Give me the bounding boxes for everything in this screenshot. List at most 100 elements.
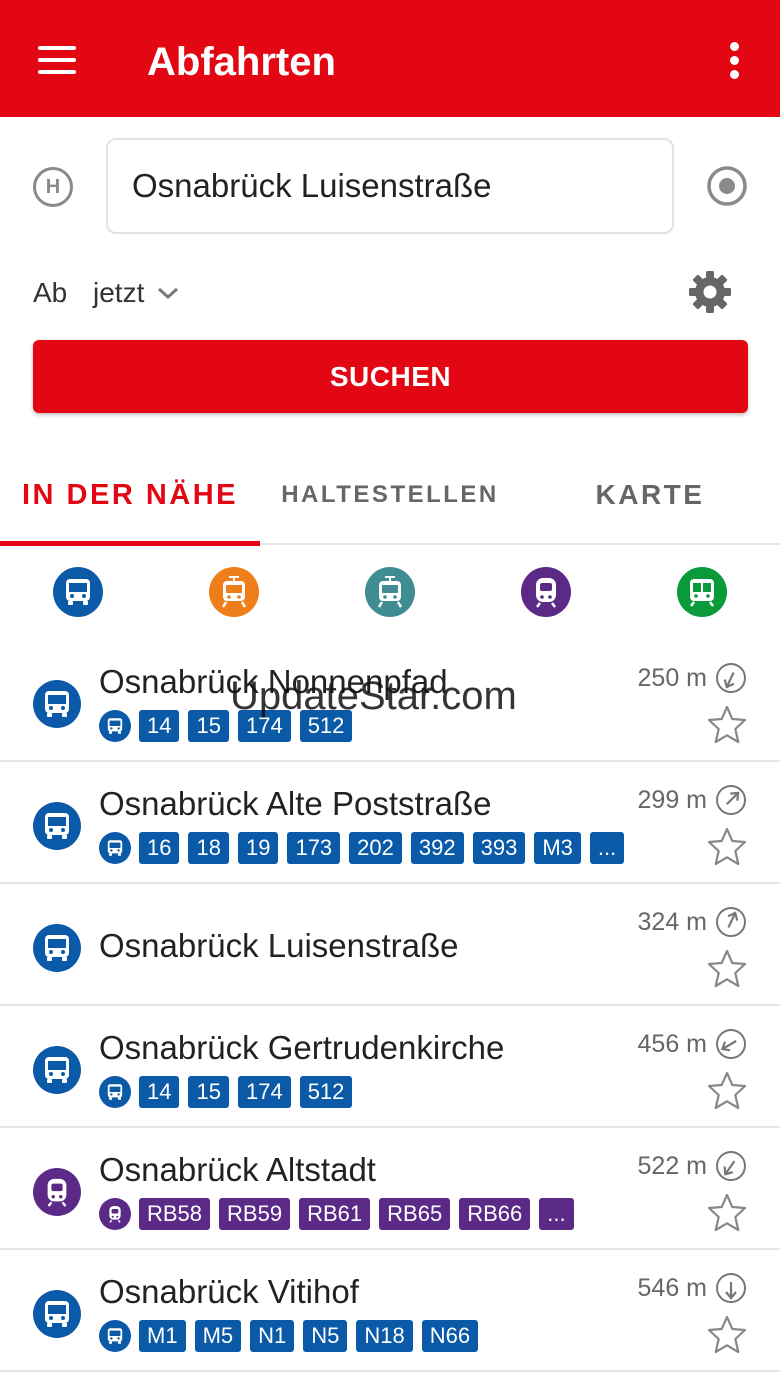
more-options-icon[interactable] [720, 40, 750, 80]
line-chip[interactable]: RB65 [379, 1198, 451, 1230]
line-chip[interactable]: 393 [472, 832, 526, 864]
line-chip[interactable]: 18 [188, 832, 229, 864]
tram-icon [377, 576, 403, 608]
filter-bus[interactable] [53, 567, 103, 617]
chevron-down-icon [158, 287, 179, 300]
line-chips: RB58 RB59 RB61 RB65 RB66... [99, 1198, 583, 1230]
stop-distance: 522 m [637, 1152, 707, 1180]
nearby-stops-list: Osnabrück Nonnenpfad 14 15 174 512 250 m Os… [0, 640, 780, 1372]
subway-icon [690, 579, 714, 607]
departure-from-label: Ab [33, 277, 68, 308]
direction-compass-icon [716, 907, 746, 937]
time-dropdown[interactable]: jetzt [93, 273, 180, 313]
page-title: Abfahrten [147, 40, 336, 84]
bus-mode-badge [99, 1076, 131, 1108]
stop-row[interactable]: Osnabrück Vitihof M1 M5 N1 N5 N18 N66 546 m [0, 1250, 780, 1372]
line-chips: 14 15 174 512 [99, 1076, 361, 1108]
line-chip[interactable]: 14 [139, 710, 180, 742]
bus-stop-icon [33, 802, 81, 850]
line-chip[interactable]: RB61 [299, 1198, 371, 1230]
time-dropdown-value: jetzt [93, 277, 145, 308]
bus-icon [45, 935, 69, 961]
line-chip[interactable]: ... [539, 1198, 574, 1230]
bus-stop-icon [33, 924, 81, 972]
stop-name: Osnabrück Alte Poststraße [99, 785, 492, 822]
stop-distance: 324 m [637, 908, 707, 936]
direction-compass-icon [716, 1029, 746, 1059]
direction-compass-icon [716, 663, 746, 693]
filter-tram-2[interactable] [365, 567, 415, 617]
favorite-star-icon[interactable] [706, 826, 748, 868]
direction-compass-icon [716, 1273, 746, 1303]
hamburger-menu-icon[interactable] [36, 44, 78, 76]
train-icon [109, 1206, 121, 1223]
stop-row[interactable]: Osnabrück Gertrudenkirche 14 15 174 512 456… [0, 1006, 780, 1128]
bus-icon [107, 1084, 123, 1100]
tab-nearby[interactable]: IN DER NÄHE [0, 445, 260, 545]
train-mode-badge [99, 1198, 131, 1230]
watermark: UpdateStar.com [230, 674, 517, 718]
line-chips: M1 M5 N1 N5 N18 N66 [99, 1320, 487, 1352]
line-chip[interactable]: 14 [139, 1076, 180, 1108]
bus-icon [107, 1328, 123, 1344]
bus-icon [45, 691, 69, 717]
stop-row[interactable]: Osnabrück Luisenstraße 324 m [0, 884, 780, 1006]
favorite-star-icon[interactable] [706, 704, 748, 746]
line-chip[interactable]: N5 [303, 1320, 348, 1352]
favorite-star-icon[interactable] [706, 1070, 748, 1112]
line-chip[interactable]: RB59 [219, 1198, 291, 1230]
stop-name: Osnabrück Altstadt [99, 1151, 376, 1188]
bus-stop-icon [33, 1046, 81, 1094]
bus-icon [107, 840, 123, 856]
favorite-star-icon[interactable] [706, 1314, 748, 1356]
line-chip[interactable]: 202 [349, 832, 402, 864]
train-icon [47, 1178, 67, 1207]
stop-search-input[interactable] [106, 138, 674, 234]
locate-target-icon[interactable] [706, 165, 748, 207]
filter-train[interactable] [521, 567, 571, 617]
line-chip[interactable]: N66 [421, 1320, 479, 1352]
mode-filter-bar [0, 545, 780, 640]
favorite-star-icon[interactable] [706, 1192, 748, 1234]
line-chips: 16 18 19 173 202 392 393 M3... [99, 832, 633, 864]
line-chip[interactable]: M5 [194, 1320, 242, 1352]
line-chip[interactable]: M1 [139, 1320, 186, 1352]
gear-icon[interactable] [688, 270, 732, 314]
filter-tram[interactable] [209, 567, 259, 617]
favorite-star-icon[interactable] [706, 948, 748, 990]
bus-stop-icon [33, 680, 81, 728]
line-chip[interactable]: 19 [237, 832, 279, 864]
line-chip[interactable]: M3 [534, 832, 581, 864]
stop-row[interactable]: Osnabrück Alte Poststraße 16 18 19 173 202 39… [0, 762, 780, 884]
line-chip[interactable]: N1 [250, 1320, 295, 1352]
app-bar: Abfahrten [0, 0, 780, 117]
bus-icon [45, 813, 69, 839]
direction-compass-icon [716, 785, 746, 815]
tab-map[interactable]: KARTE [520, 445, 780, 545]
tram-icon [221, 576, 247, 608]
line-chip[interactable]: ... [589, 832, 625, 864]
line-chip[interactable]: 173 [287, 832, 341, 864]
line-chip[interactable]: RB58 [139, 1198, 211, 1230]
line-chip[interactable]: 15 [188, 1076, 229, 1108]
line-chip[interactable]: N18 [356, 1320, 413, 1352]
tab-bar: IN DER NÄHE HALTESTELLEN KARTE [0, 445, 780, 546]
stop-distance: 250 m [637, 664, 707, 692]
stop-name: Osnabrück Vitihof [99, 1273, 359, 1310]
line-chip[interactable]: RB66 [459, 1198, 531, 1230]
stop-h-icon: H [33, 167, 73, 207]
stop-row[interactable]: Osnabrück Altstadt RB58 RB59 RB61 RB65 RB66.… [0, 1128, 780, 1250]
stop-distance: 456 m [637, 1030, 707, 1058]
stop-distance: 299 m [637, 786, 707, 814]
line-chip[interactable]: 174 [237, 1076, 291, 1108]
filter-subway[interactable] [677, 567, 727, 617]
bus-icon [45, 1301, 69, 1327]
line-chip[interactable]: 15 [188, 710, 229, 742]
direction-compass-icon [716, 1151, 746, 1181]
search-button[interactable]: SUCHEN [33, 340, 748, 413]
tab-stops[interactable]: HALTESTELLEN [260, 445, 520, 545]
line-chip[interactable]: 392 [410, 832, 464, 864]
line-chip[interactable]: 16 [139, 832, 180, 864]
train-icon [536, 578, 556, 608]
line-chip[interactable]: 512 [299, 1076, 353, 1108]
